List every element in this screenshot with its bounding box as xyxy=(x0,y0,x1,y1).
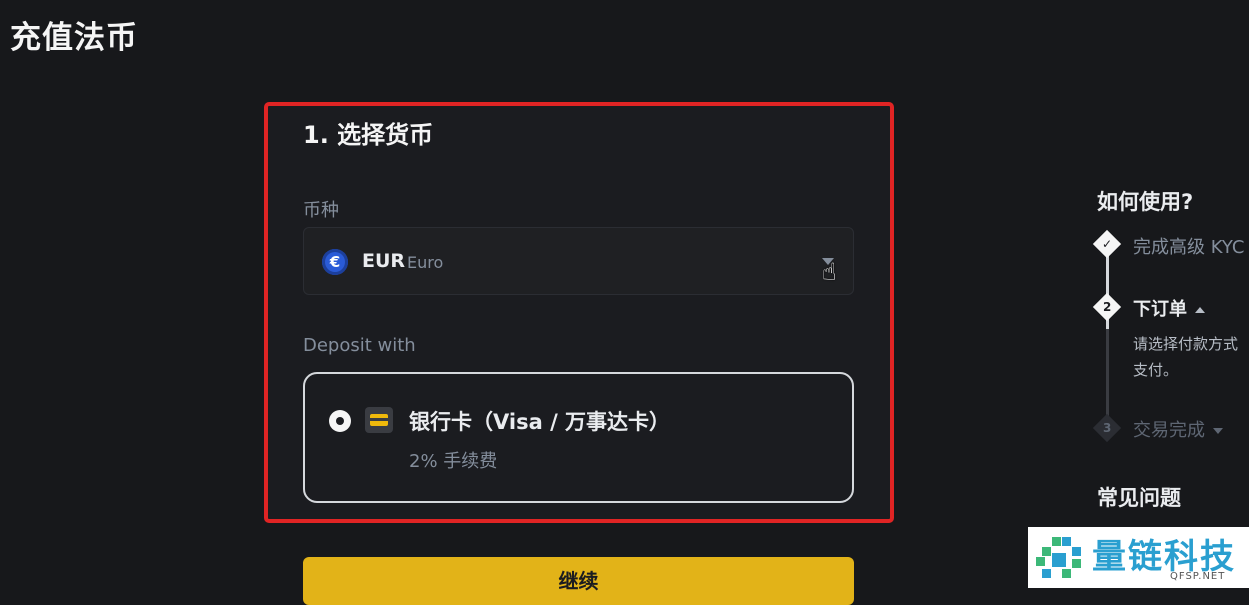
step-number-3: 3 xyxy=(1092,413,1122,443)
help-step-1: 完成高级 KYC xyxy=(1133,237,1245,258)
hand-cursor-icon: ☝ xyxy=(822,258,837,286)
payment-method-fee: 2% 手续费 xyxy=(409,451,498,472)
help-step-2-desc: 请选择付款方式 支付。 xyxy=(1133,335,1239,379)
caret-up-icon xyxy=(1195,307,1205,313)
credit-card-icon xyxy=(365,407,393,433)
watermark: 量链科技 QFSP.NET xyxy=(1028,527,1249,588)
watermark-subtext: QFSP.NET xyxy=(1170,571,1226,582)
euro-coin-icon: € xyxy=(322,249,348,275)
deposit-with-label: Deposit with xyxy=(303,335,416,356)
currency-label: 币种 xyxy=(303,200,339,221)
timeline-track xyxy=(1106,254,1109,422)
payment-method-card[interactable]: 银行卡（Visa / 万事达卡） 2% 手续费 xyxy=(303,372,854,503)
step-number-2: 2 xyxy=(1092,292,1122,322)
step-title: 1. 选择货币 xyxy=(303,121,434,149)
watermark-logo-icon xyxy=(1036,537,1081,578)
page-title: 充值法币 xyxy=(10,20,138,56)
continue-button[interactable]: 继续 xyxy=(303,557,854,605)
radio-selected[interactable] xyxy=(329,410,351,432)
payment-method-label: 银行卡（Visa / 万事达卡） xyxy=(409,410,671,434)
help-title: 如何使用? xyxy=(1097,190,1194,214)
currency-code: EUR xyxy=(362,250,406,272)
help-step-2[interactable]: 下订单 xyxy=(1133,295,1205,321)
currency-select[interactable]: € EUR Euro xyxy=(303,227,854,295)
check-icon: ✓ xyxy=(1092,229,1122,259)
faq-title: 常见问题 xyxy=(1097,486,1181,510)
help-step-3[interactable]: 交易完成 xyxy=(1133,416,1223,442)
currency-name: Euro xyxy=(407,253,444,272)
caret-down-icon xyxy=(1213,428,1223,434)
